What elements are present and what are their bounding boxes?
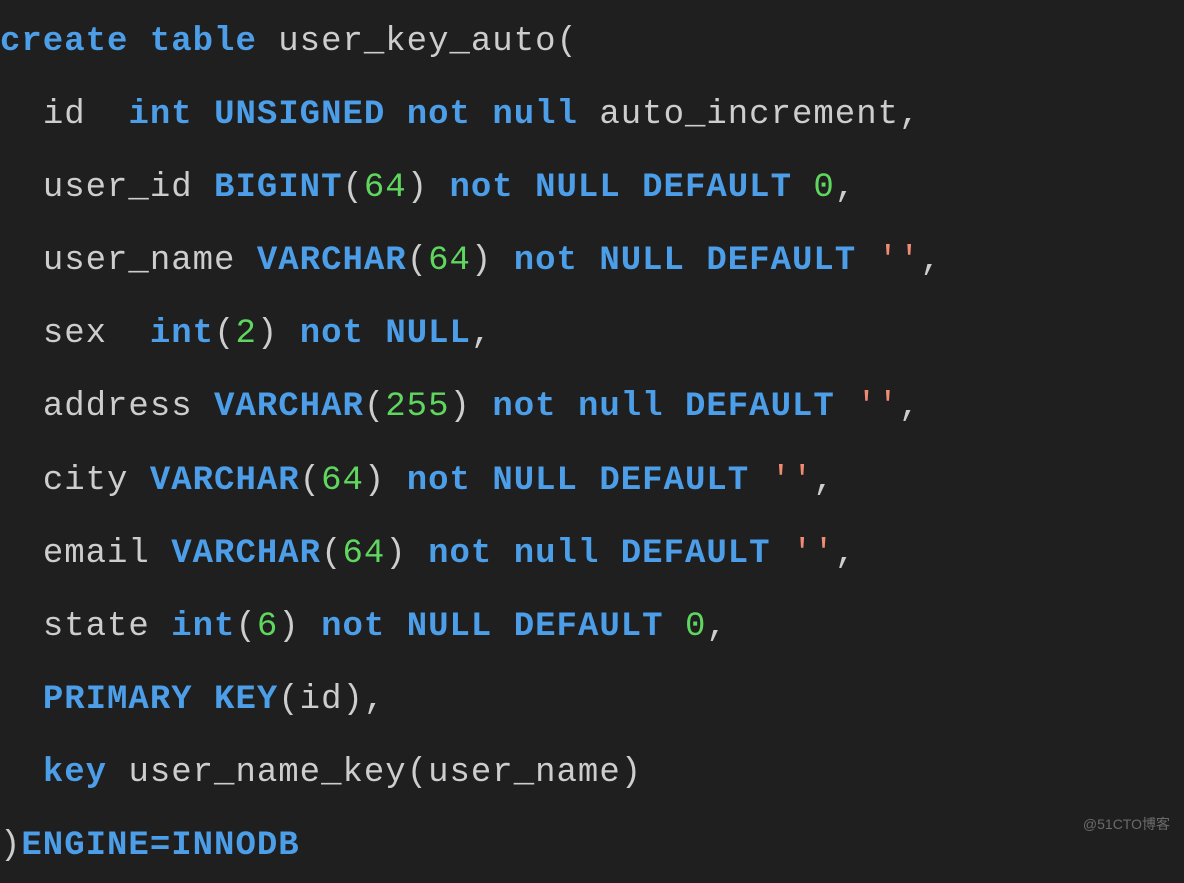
default-empty: '' — [878, 242, 921, 280]
keyword-null: NULL — [385, 315, 471, 353]
paren: ( — [364, 388, 385, 426]
index-col: user_name — [428, 754, 621, 792]
type-int: int — [171, 608, 235, 646]
size-6: 6 — [257, 608, 278, 646]
keyword-null: null — [492, 96, 578, 134]
keyword-not: not — [428, 535, 492, 573]
col-email: email — [43, 535, 150, 573]
type-varchar: VARCHAR — [214, 388, 364, 426]
type-bigint: BIGINT — [214, 169, 342, 207]
keyword-null: NULL — [492, 462, 578, 500]
size-64: 64 — [428, 242, 471, 280]
keyword-not: not — [492, 388, 556, 426]
keyword-create: create — [0, 23, 128, 61]
keyword-null: NULL — [599, 242, 685, 280]
size-64: 64 — [364, 169, 407, 207]
keyword-not: not — [514, 242, 578, 280]
paren: ) — [257, 315, 278, 353]
paren: ( — [278, 681, 299, 719]
paren: ) — [342, 681, 363, 719]
paren: ) — [278, 608, 299, 646]
keyword-default: DEFAULT — [599, 462, 749, 500]
comma: , — [899, 388, 920, 426]
type-varchar: VARCHAR — [150, 462, 300, 500]
default-zero: 0 — [813, 169, 834, 207]
engine-clause: ENGINE=INNODB — [21, 827, 299, 865]
col-sex: sex — [43, 315, 107, 353]
paren: ) — [407, 169, 428, 207]
paren: ( — [235, 608, 256, 646]
paren: ( — [407, 754, 428, 792]
keyword-default: DEFAULT — [642, 169, 792, 207]
keyword-table: table — [150, 23, 257, 61]
keyword-default: DEFAULT — [706, 242, 856, 280]
default-empty: '' — [771, 462, 814, 500]
keyword-not: not — [407, 462, 471, 500]
sql-code-block: create table user_key_auto( id int UNSIG… — [0, 0, 1184, 883]
paren: ( — [407, 242, 428, 280]
comma: , — [835, 169, 856, 207]
table-name: user_key_auto — [278, 23, 556, 61]
watermark: @51CTO博客 — [1083, 809, 1170, 839]
paren: ) — [364, 462, 385, 500]
keyword-primary: PRIMARY — [43, 681, 193, 719]
close-paren: ) — [0, 827, 21, 865]
keyword-key: key — [43, 754, 107, 792]
keyword-null: null — [514, 535, 600, 573]
comma: , — [835, 535, 856, 573]
type-varchar: VARCHAR — [257, 242, 407, 280]
paren: ( — [321, 535, 342, 573]
keyword-key: KEY — [214, 681, 278, 719]
col-address: address — [43, 388, 193, 426]
keyword-not: not — [450, 169, 514, 207]
paren: ( — [342, 169, 363, 207]
comma: , — [364, 681, 385, 719]
size-2: 2 — [235, 315, 256, 353]
col-state: state — [43, 608, 150, 646]
comma: , — [471, 315, 492, 353]
keyword-null: NULL — [535, 169, 621, 207]
default-empty: '' — [792, 535, 835, 573]
auto-increment: auto_increment — [599, 96, 899, 134]
col-user-id: user_id — [43, 169, 193, 207]
index-name: user_name_key — [128, 754, 406, 792]
default-zero: 0 — [685, 608, 706, 646]
size-64: 64 — [321, 462, 364, 500]
type-int: int — [150, 315, 214, 353]
paren: ( — [300, 462, 321, 500]
paren: ) — [621, 754, 642, 792]
col-user-name: user_name — [43, 242, 236, 280]
keyword-null: NULL — [407, 608, 493, 646]
paren: ) — [385, 535, 406, 573]
type-varchar: VARCHAR — [171, 535, 321, 573]
comma: , — [706, 608, 727, 646]
col-city: city — [43, 462, 129, 500]
keyword-default: DEFAULT — [514, 608, 664, 646]
comma: , — [920, 242, 941, 280]
comma: , — [899, 96, 920, 134]
default-empty: '' — [856, 388, 899, 426]
paren: ) — [450, 388, 471, 426]
keyword-default: DEFAULT — [685, 388, 835, 426]
keyword-null: null — [578, 388, 664, 426]
keyword-not: not — [321, 608, 385, 646]
pk-col: id — [300, 681, 343, 719]
col-id: id — [43, 96, 86, 134]
keyword-not: not — [300, 315, 364, 353]
keyword-not: not — [407, 96, 471, 134]
keyword-unsigned: UNSIGNED — [214, 96, 385, 134]
open-paren: ( — [557, 23, 578, 61]
paren: ( — [214, 315, 235, 353]
comma: , — [813, 462, 834, 500]
keyword-default: DEFAULT — [621, 535, 771, 573]
size-64: 64 — [342, 535, 385, 573]
size-255: 255 — [385, 388, 449, 426]
paren: ) — [471, 242, 492, 280]
type-int: int — [128, 96, 192, 134]
